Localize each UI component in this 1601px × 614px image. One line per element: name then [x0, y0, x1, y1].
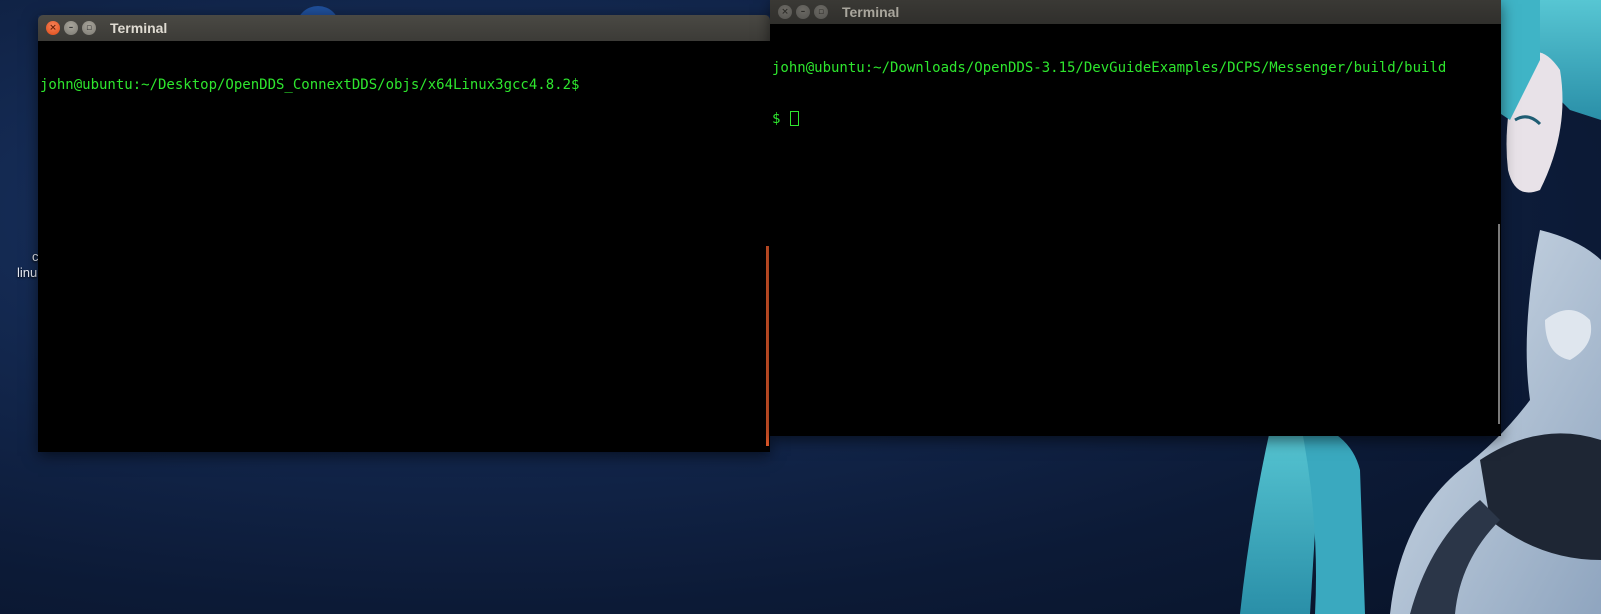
prompt-symbol: $: [772, 111, 789, 127]
maximize-icon[interactable]: ▫: [82, 21, 96, 35]
terminal-window-left[interactable]: × – ▫ Terminal john@ubuntu:~/Desktop/Ope…: [38, 15, 770, 452]
terminal-window-right[interactable]: × – ▫ Terminal john@ubuntu:~/Downloads/O…: [770, 0, 1501, 436]
prompt-line: john@ubuntu:~/Desktop/OpenDDS_ConnextDDS…: [40, 77, 580, 93]
terminal-area[interactable]: john@ubuntu:~/Desktop/OpenDDS_ConnextDDS…: [38, 41, 770, 452]
prompt-line-2: $: [772, 111, 1499, 128]
minimize-icon[interactable]: –: [796, 5, 810, 19]
scrollbar[interactable]: [766, 246, 769, 446]
prompt-line: john@ubuntu:~/Downloads/OpenDDS-3.15/Dev…: [772, 60, 1447, 76]
minimize-icon[interactable]: –: [64, 21, 78, 35]
cursor: [789, 111, 799, 126]
titlebar[interactable]: × – ▫ Terminal: [38, 15, 770, 41]
terminal-area[interactable]: john@ubuntu:~/Downloads/OpenDDS-3.15/Dev…: [770, 24, 1501, 436]
window-title: Terminal: [842, 4, 900, 20]
window-title: Terminal: [110, 20, 168, 36]
close-icon[interactable]: ×: [778, 5, 792, 19]
scrollbar[interactable]: [1498, 224, 1500, 424]
desktop-icon-label-line2[interactable]: linu: [17, 265, 37, 280]
maximize-icon[interactable]: ▫: [814, 5, 828, 19]
titlebar[interactable]: × – ▫ Terminal: [770, 0, 1501, 24]
close-icon[interactable]: ×: [46, 21, 60, 35]
